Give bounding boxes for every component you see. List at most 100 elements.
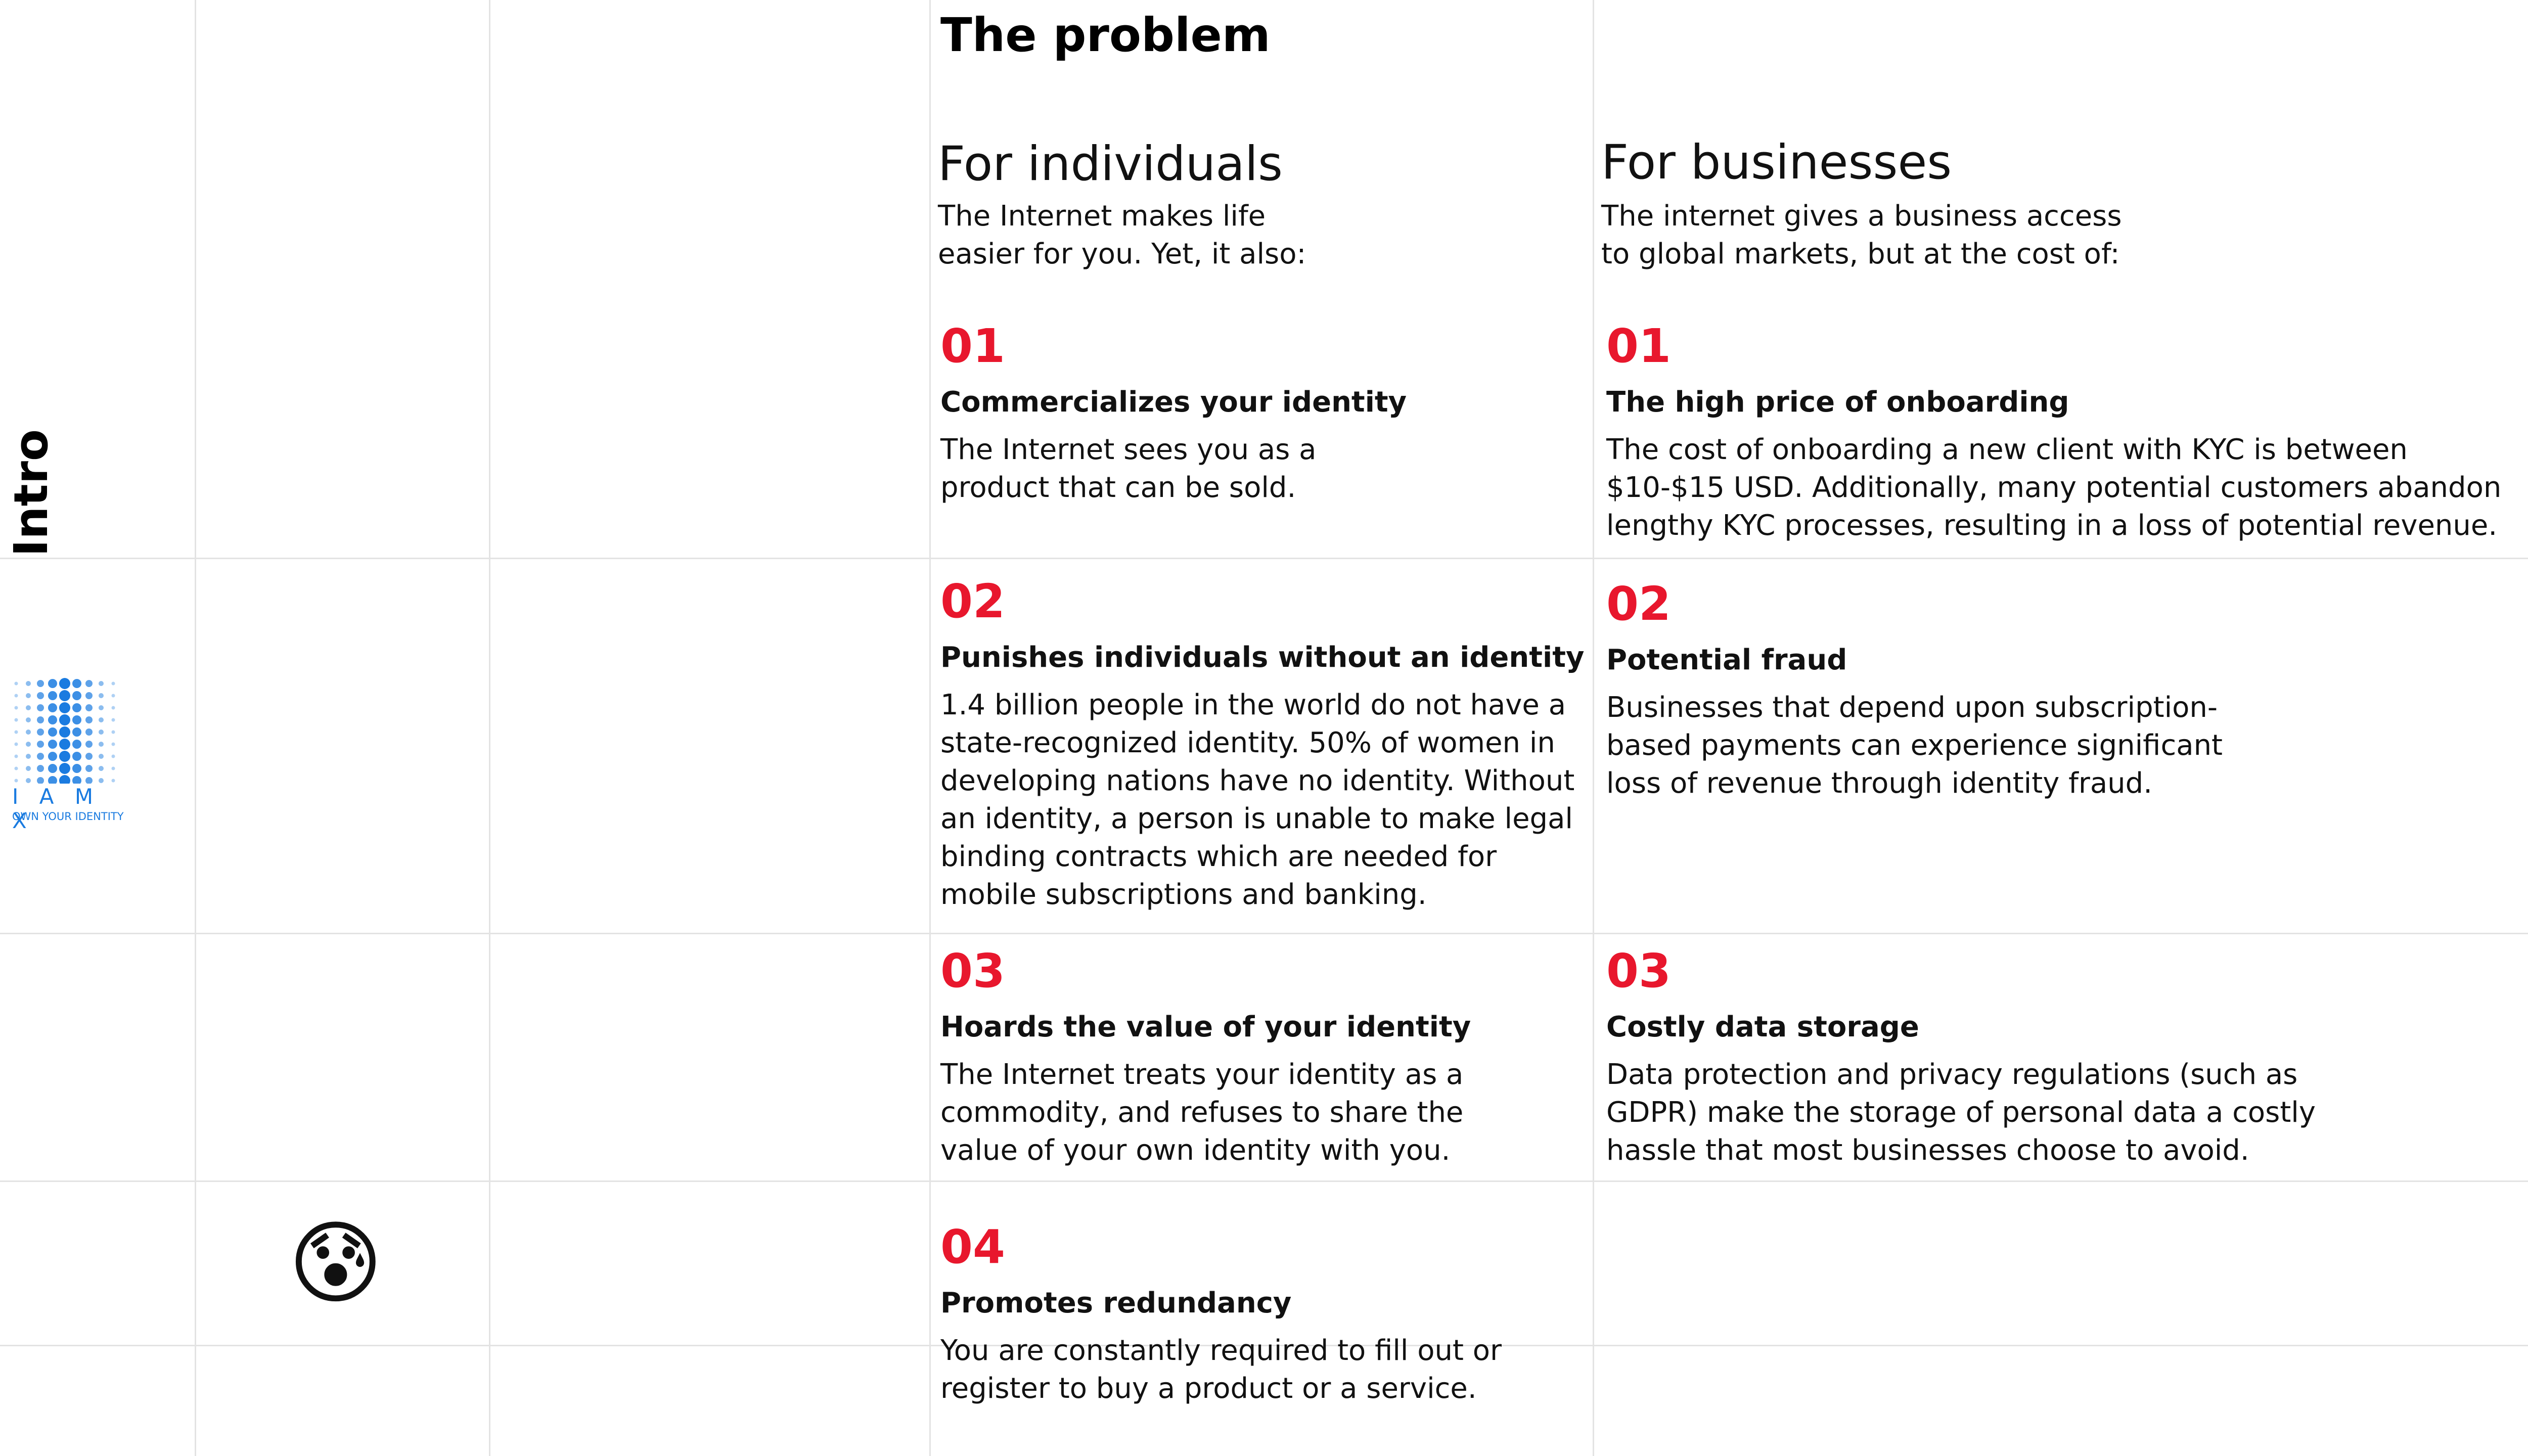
logo-dot (85, 765, 93, 772)
logo-dot (72, 740, 81, 749)
logo-dot (14, 754, 18, 758)
logo-dot (111, 706, 115, 710)
item-title: Costly data storage (1606, 1011, 1919, 1043)
logo-dot (48, 703, 57, 712)
logo-dot (85, 716, 93, 723)
logo-tagline: OWN YOUR IDENTITY (12, 810, 124, 823)
logo-dot (14, 718, 18, 722)
individuals-intro: The Internet makes life easier for you. … (938, 200, 1306, 270)
logo-dot (72, 752, 81, 761)
item-title: Promotes redundancy (940, 1287, 1292, 1320)
logo-dot (111, 718, 115, 722)
logo-dot (85, 680, 93, 687)
logo-dot (48, 752, 57, 761)
logo-dot (14, 694, 18, 698)
grid-line-vertical (195, 0, 196, 1456)
logo-dot (14, 730, 18, 734)
logo-dot (48, 764, 57, 773)
logo-dot (72, 776, 81, 785)
logo-dot (48, 715, 57, 724)
logo-dot (26, 693, 31, 698)
logo-dot (111, 766, 115, 770)
logo-dot (99, 754, 104, 759)
logo-dot (99, 717, 104, 722)
logo-dot (72, 691, 81, 700)
logo-dot (59, 751, 70, 762)
section-label: Intro (4, 429, 58, 557)
logo-dot (111, 742, 115, 746)
page-title: The problem (940, 8, 1271, 62)
logo-dot (59, 775, 70, 786)
logo-dot (26, 717, 31, 722)
logo-dot (37, 704, 44, 711)
individuals-item-1: 01 Commercializes your identity The Inte… (940, 318, 1588, 507)
grid-line-vertical (489, 0, 490, 1456)
logo-dot (26, 681, 31, 686)
logo-dot (59, 763, 70, 774)
item-body: 1.4 billion people in the world do not h… (940, 689, 1575, 911)
logo-dot (72, 764, 81, 773)
logo-dot (48, 679, 57, 688)
logo-dot (59, 739, 70, 750)
logo-dot (48, 776, 57, 785)
item-body: The cost of onboarding a new client with… (1606, 433, 2502, 542)
item-number: 03 (1606, 944, 1672, 998)
logo-dot (37, 777, 44, 784)
item-title: Commercializes your identity (940, 386, 1407, 419)
logo-dot (99, 742, 104, 747)
item-body: You are constantly required to fill out … (940, 1334, 1502, 1405)
logo-dot (26, 778, 31, 783)
logo-dot (48, 740, 57, 749)
logo-dot (37, 753, 44, 760)
logo-dot (72, 703, 81, 712)
logo-dot (26, 730, 31, 735)
logo-dot (85, 741, 93, 748)
logo-dot (26, 766, 31, 771)
iamx-logo: I A M X OWN YOUR IDENTITY (10, 677, 131, 833)
logo-dot (72, 715, 81, 724)
item-number: 01 (1606, 319, 1672, 373)
logo-dot (14, 742, 18, 746)
businesses-item-2: 02 Potential fraud Businesses that depen… (1606, 576, 2528, 802)
logo-dot (99, 693, 104, 698)
item-title: The high price of onboarding (1606, 386, 2069, 419)
individuals-item-4: 04 Promotes redundancy You are constantl… (940, 1219, 1588, 1407)
businesses-heading: For businesses (1601, 135, 1952, 190)
businesses-item-1: 01 The high price of onboarding The cost… (1606, 318, 2528, 544)
logo-dot (37, 692, 44, 699)
grid-line-vertical (1593, 0, 1594, 1456)
logo-dot (85, 729, 93, 736)
logo-dot (99, 766, 104, 771)
logo-dot (85, 704, 93, 711)
item-body: Businesses that depend upon subscription… (1606, 691, 2223, 800)
logo-dot (14, 779, 18, 783)
item-number: 03 (940, 944, 1006, 998)
item-body: The Internet sees you as a product that … (940, 433, 1317, 504)
logo-dot (99, 778, 104, 783)
businesses-item-3: 03 Costly data storage Data protection a… (1606, 943, 2528, 1169)
grid-line-vertical (929, 0, 931, 1456)
businesses-intro: The internet gives a business access to … (1601, 200, 2122, 270)
item-title: Punishes individuals without an identity (940, 641, 1585, 674)
item-title: Hoards the value of your identity (940, 1011, 1471, 1043)
logo-dot (14, 706, 18, 710)
logo-dot (72, 679, 81, 688)
logo-dot (26, 754, 31, 759)
item-body: Data protection and privacy regulations … (1606, 1058, 2316, 1167)
logo-dot (99, 681, 104, 686)
logo-dot (99, 730, 104, 735)
logo-dot (85, 777, 93, 784)
logo-dot (111, 730, 115, 734)
logo-dot (85, 753, 93, 760)
item-number: 01 (940, 319, 1006, 373)
logo-dot (37, 765, 44, 772)
logo-dot (37, 729, 44, 736)
logo-dot (26, 705, 31, 710)
logo-dot (59, 726, 70, 738)
logo-dots-icon (14, 678, 115, 786)
logo-wordmark: I A M X (12, 784, 101, 833)
logo-dot (14, 766, 18, 770)
item-number: 04 (940, 1220, 1006, 1274)
grid-line-horizontal (0, 558, 2528, 559)
logo-dot (85, 692, 93, 699)
